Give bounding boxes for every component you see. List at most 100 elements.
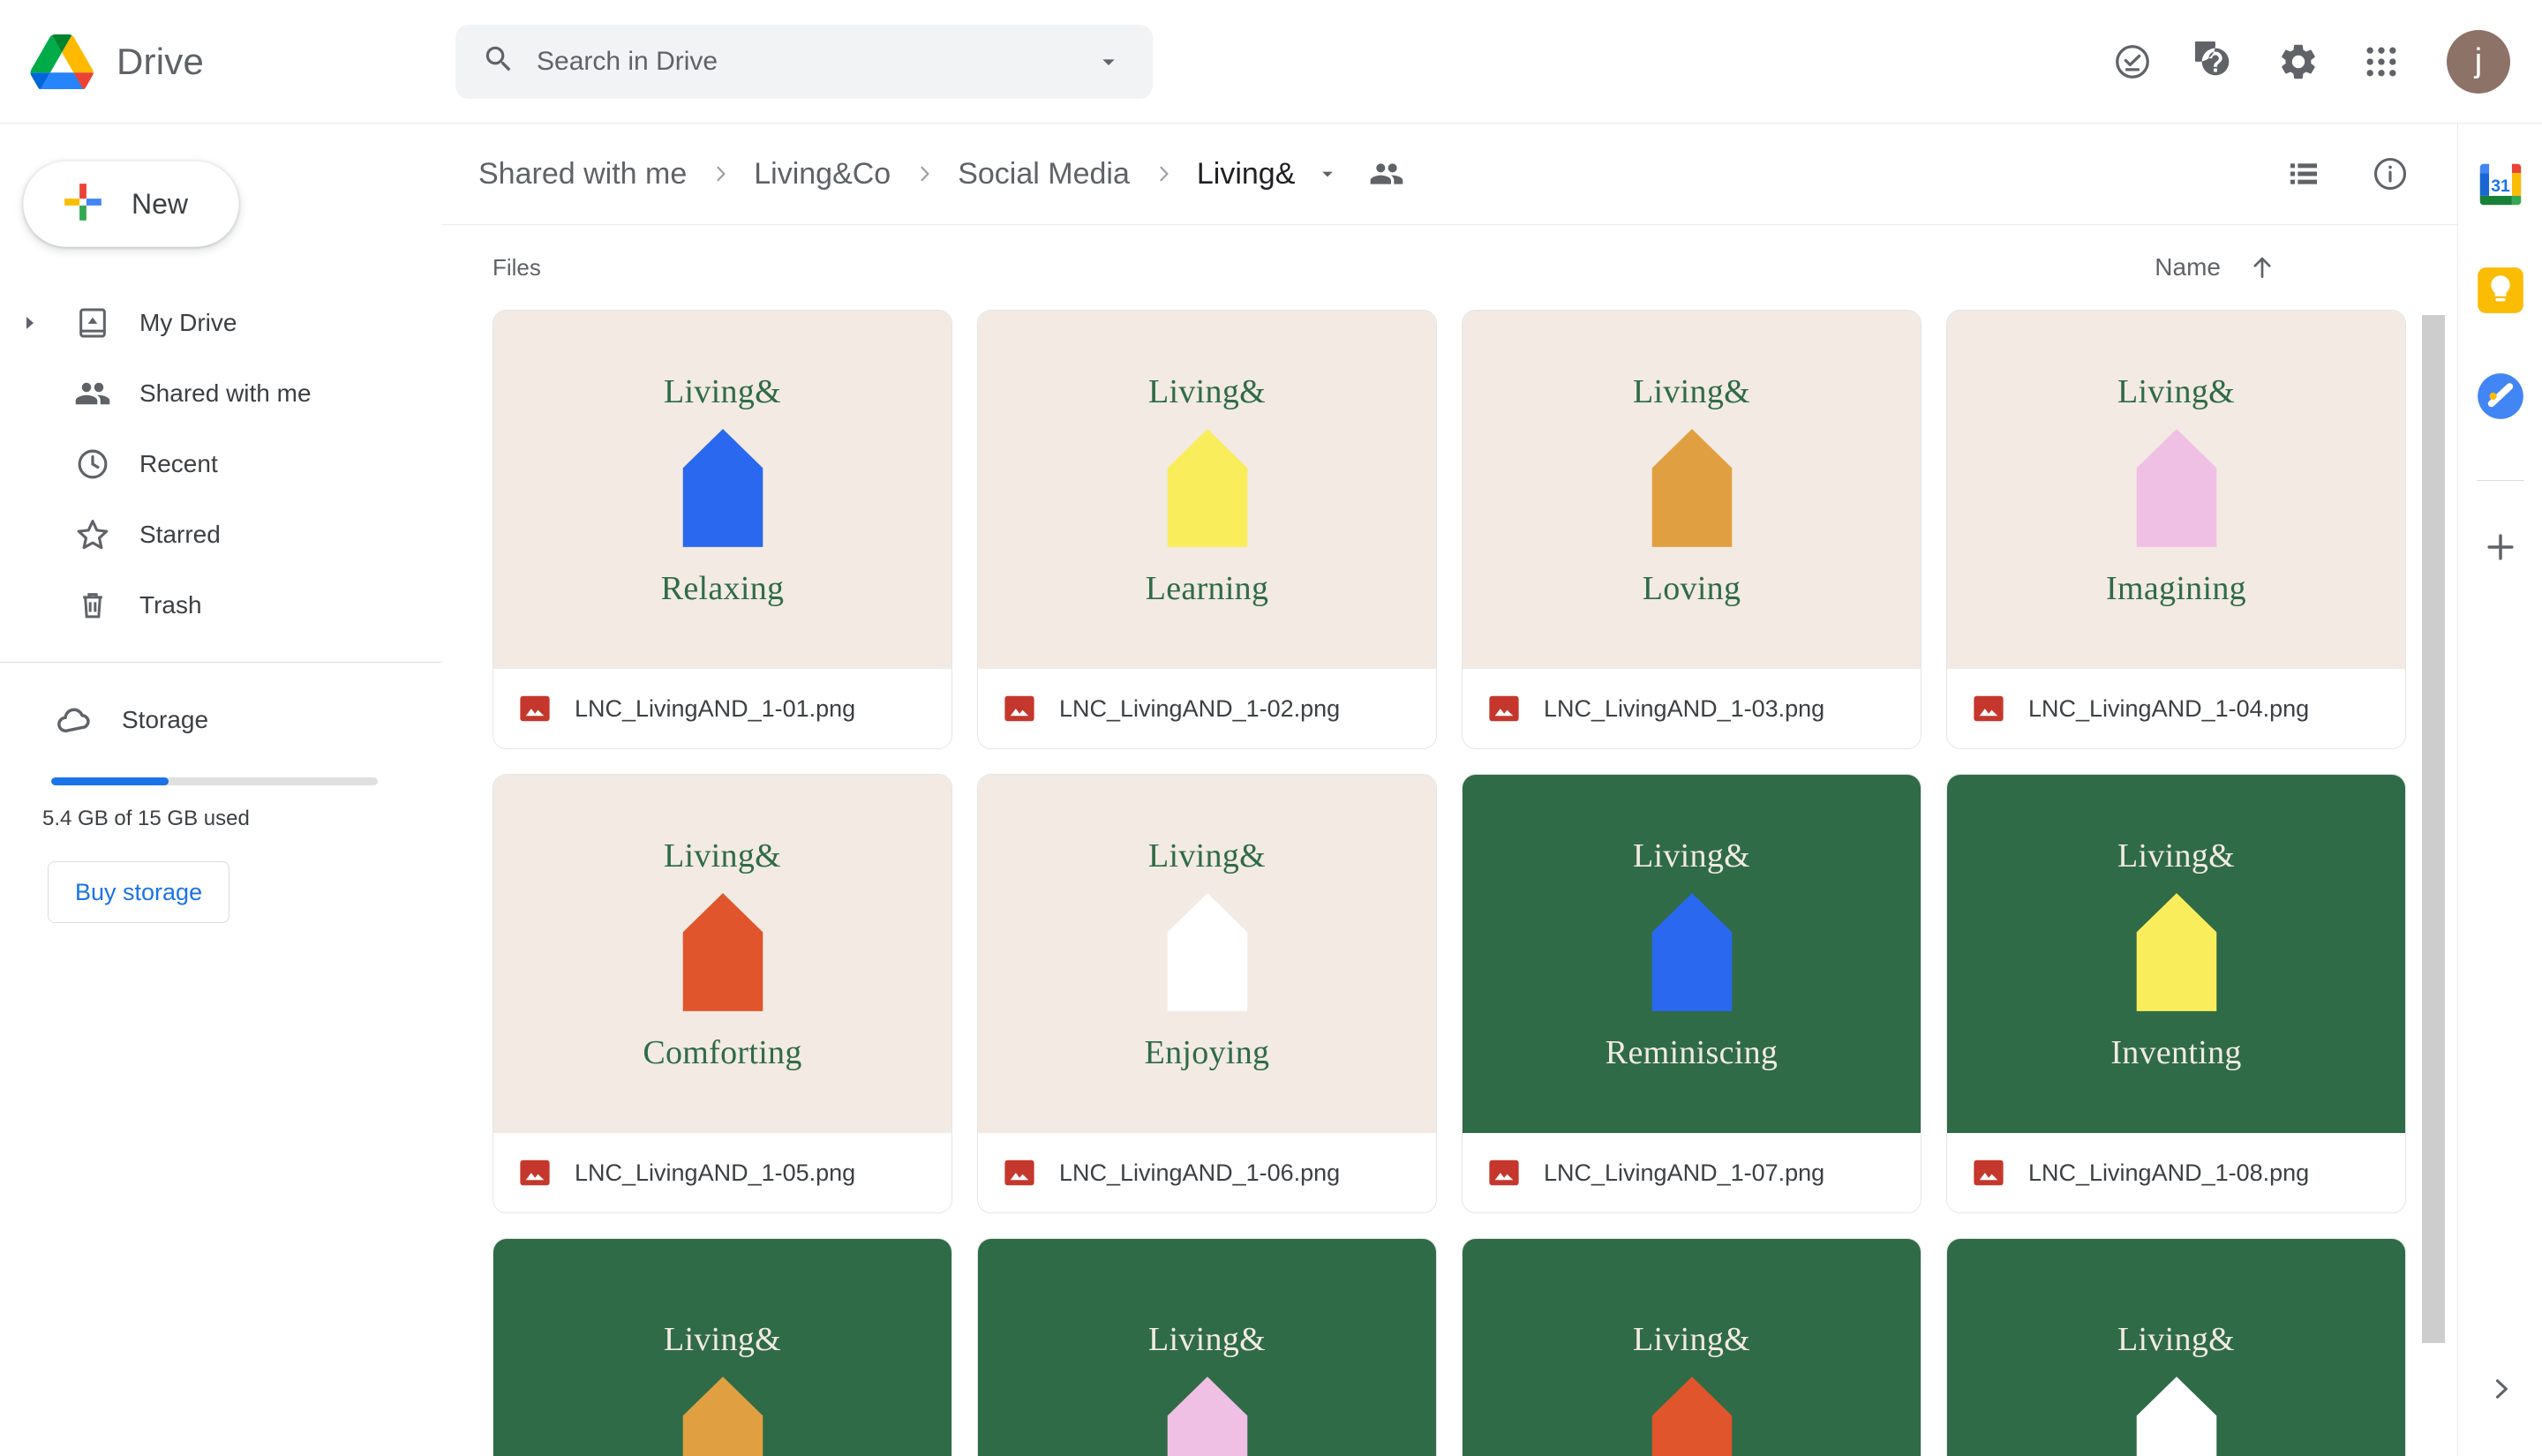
- arrow-up-icon[interactable]: [2244, 249, 2281, 286]
- house-shape-icon: [1160, 1375, 1255, 1456]
- file-card[interactable]: Living& Relaxing LNC_LivingAND_1-01.png: [493, 310, 952, 749]
- file-thumbnail: Living&: [493, 1239, 951, 1456]
- google-tasks-icon[interactable]: [2473, 369, 2528, 424]
- image-file-icon: [1003, 1156, 1036, 1190]
- thumbnail-brand-top: Living&: [1633, 1320, 1750, 1358]
- top-bar-actions: j: [2095, 25, 2542, 99]
- files-header: Files Name: [441, 225, 2457, 310]
- expand-caret-icon[interactable]: [14, 312, 46, 334]
- side-panel-rail: 31: [2457, 124, 2542, 1456]
- thumbnail-brand-top: Living&: [2117, 837, 2235, 874]
- sidebar-item-my-drive[interactable]: My Drive: [0, 288, 411, 358]
- shared-people-icon[interactable]: [1360, 147, 1413, 200]
- file-card[interactable]: Living& Comforting LNC_LivingAND_1-05.png: [493, 774, 952, 1213]
- vertical-scrollbar[interactable]: [2422, 315, 2445, 1456]
- support-status-icon[interactable]: [2095, 25, 2170, 99]
- breadcrumb-item[interactable]: Social Media: [945, 150, 1142, 199]
- brand[interactable]: Drive: [0, 34, 415, 91]
- file-card-footer: LNC_LivingAND_1-07.png: [1463, 1133, 1921, 1212]
- sidebar-item-label: Starred: [139, 521, 221, 548]
- file-card[interactable]: Living& Enjoying LNC_LivingAND_1-06.png: [977, 774, 1437, 1213]
- help-icon[interactable]: [2178, 25, 2252, 99]
- sidebar-item-shared-with-me[interactable]: Shared with me: [0, 358, 411, 429]
- sort-control: Name: [2155, 249, 2406, 286]
- file-card[interactable]: Living&LNC_LivingAND_1-09.png: [493, 1238, 952, 1456]
- house-shape-icon: [1160, 427, 1255, 553]
- thumbnail-brand-bottom: Reminiscing: [1605, 1033, 1779, 1071]
- sort-by-name-label[interactable]: Name: [2155, 253, 2221, 281]
- thumbnail-brand-top: Living&: [664, 837, 781, 874]
- sidebar-item-recent[interactable]: Recent: [0, 429, 411, 499]
- buy-storage-button[interactable]: Buy storage: [48, 861, 230, 923]
- google-calendar-icon[interactable]: 31: [2473, 157, 2528, 212]
- breadcrumb-item[interactable]: Shared with me: [466, 150, 699, 199]
- cloud-icon: [51, 700, 99, 740]
- file-card[interactable]: Living& Imagining LNC_LivingAND_1-04.png: [1946, 310, 2406, 749]
- my-drive-icon: [69, 305, 117, 341]
- drive-app: Drive Search in Drive j New My Drive Sha…: [0, 0, 2542, 1456]
- file-card[interactable]: Living&LNC_LivingAND_1-12.png: [1946, 1238, 2406, 1456]
- breadcrumb: Shared with me Living&Co Social Media Livin…: [466, 150, 1307, 199]
- file-card[interactable]: Living&LNC_LivingAND_1-10.png: [977, 1238, 1437, 1456]
- settings-gear-icon[interactable]: [2261, 25, 2335, 99]
- thumbnail-brand-top: Living&: [2117, 372, 2235, 410]
- thumbnail-brand-top: Living&: [1148, 837, 1266, 874]
- file-card[interactable]: Living& Loving LNC_LivingAND_1-03.png: [1462, 310, 1922, 749]
- clock-icon: [69, 446, 117, 483]
- storage-label: Storage: [122, 706, 209, 733]
- thumbnail-brand-bottom: Enjoying: [1144, 1033, 1270, 1071]
- thumbnail-brand-bottom: Comforting: [643, 1033, 802, 1071]
- thumbnail-brand-top: Living&: [664, 1320, 781, 1358]
- house-shape-icon: [1644, 427, 1740, 553]
- search-input[interactable]: [537, 46, 1070, 77]
- image-file-icon: [518, 692, 552, 725]
- house-shape-icon: [2129, 891, 2224, 1017]
- search-box[interactable]: [455, 24, 1153, 99]
- image-file-icon: [1487, 692, 1521, 725]
- google-keep-icon[interactable]: [2473, 263, 2528, 318]
- house-shape-icon: [675, 427, 771, 553]
- chevron-down-icon[interactable]: [1307, 154, 1348, 194]
- google-apps-grid-icon[interactable]: [2344, 25, 2418, 99]
- house-shape-icon: [1160, 891, 1255, 1017]
- app-title: Drive: [117, 40, 205, 82]
- trash-icon: [69, 588, 117, 623]
- file-card-footer: LNC_LivingAND_1-05.png: [493, 1133, 951, 1212]
- chevron-right-icon[interactable]: [2474, 1362, 2527, 1415]
- file-card[interactable]: Living& Learning LNC_LivingAND_1-02.png: [977, 310, 1437, 749]
- file-thumbnail: Living&: [978, 1239, 1436, 1456]
- breadcrumb-item[interactable]: Living&: [1185, 150, 1308, 199]
- files-section-label: Files: [493, 253, 541, 281]
- file-card[interactable]: Living&LNC_LivingAND_1-11.png: [1462, 1238, 1922, 1456]
- image-file-icon: [1972, 1156, 2005, 1190]
- file-name-label: LNC_LivingAND_1-02.png: [1059, 694, 1341, 722]
- plus-colored-icon: [61, 180, 105, 229]
- google-drive-logo: [30, 34, 94, 91]
- storage-progress-fill: [51, 777, 169, 785]
- new-button[interactable]: New: [23, 161, 239, 247]
- file-thumbnail: Living& Learning: [978, 311, 1436, 669]
- info-icon[interactable]: [2357, 140, 2424, 207]
- plus-icon[interactable]: [2473, 520, 2528, 574]
- file-card[interactable]: Living& Reminiscing LNC_LivingAND_1-07.png: [1462, 774, 1922, 1213]
- house-shape-icon: [1644, 1375, 1740, 1456]
- list-view-icon[interactable]: [2270, 140, 2337, 207]
- file-thumbnail: Living& Imagining: [1947, 311, 2405, 669]
- breadcrumb-item[interactable]: Living&Co: [741, 150, 903, 199]
- tune-options-icon[interactable]: [1091, 44, 1126, 79]
- file-card-footer: LNC_LivingAND_1-03.png: [1463, 669, 1921, 748]
- file-thumbnail: Living&: [1463, 1239, 1921, 1456]
- breadcrumb-bar: Shared with me Living&Co Social Media Livin…: [441, 124, 2457, 225]
- sidebar-item-starred[interactable]: Starred: [0, 499, 411, 570]
- file-card[interactable]: Living& Inventing LNC_LivingAND_1-08.png: [1946, 774, 2406, 1213]
- thumbnail-brand-top: Living&: [1148, 372, 1266, 410]
- scrollbar-thumb[interactable]: [2422, 315, 2445, 1343]
- thumbnail-brand-bottom: Learning: [1145, 569, 1269, 607]
- storage-link[interactable]: Storage: [0, 693, 441, 747]
- sidebar-item-trash[interactable]: Trash: [0, 570, 411, 641]
- file-name-label: LNC_LivingAND_1-07.png: [1544, 1159, 1825, 1186]
- file-card-footer: LNC_LivingAND_1-08.png: [1947, 1133, 2405, 1212]
- top-bar: Drive Search in Drive j: [0, 0, 2542, 124]
- image-file-icon: [1003, 692, 1036, 725]
- avatar[interactable]: j: [2447, 29, 2510, 94]
